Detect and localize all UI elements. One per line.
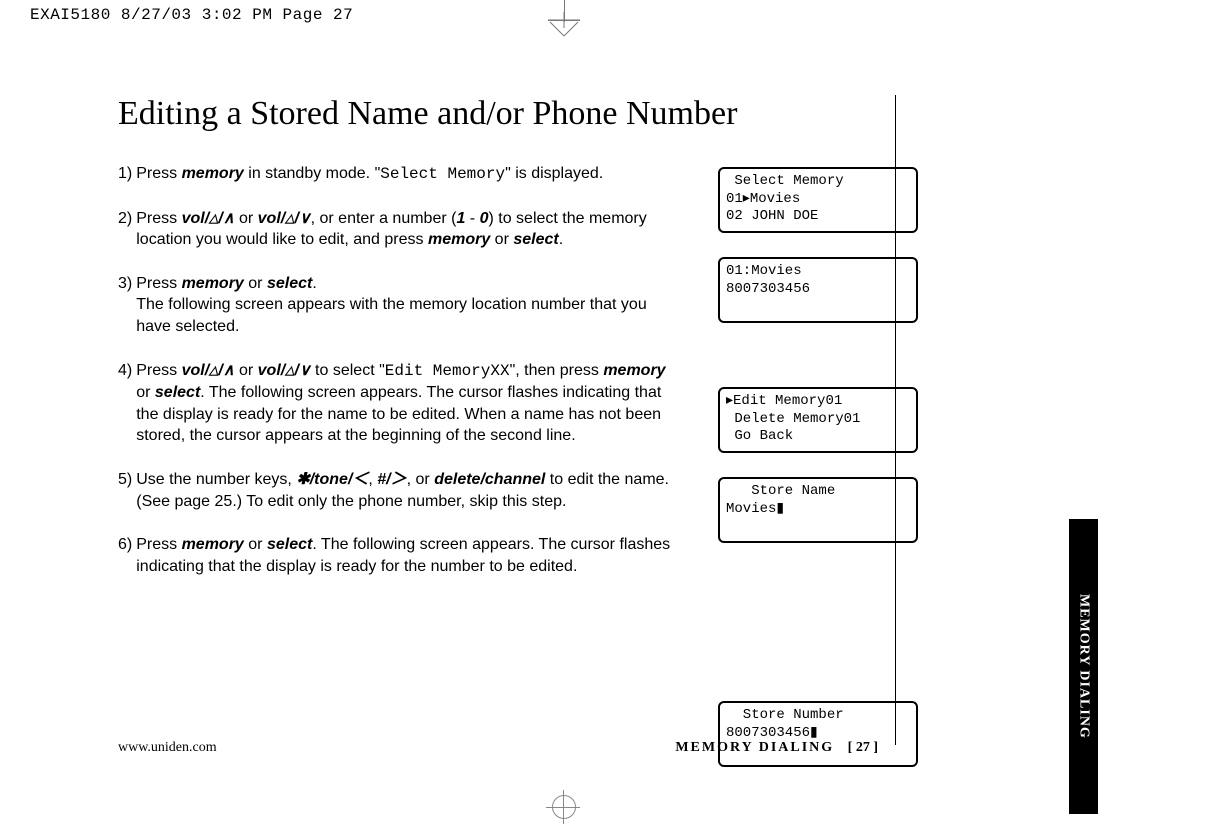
key-select: select (513, 231, 558, 248)
step-number: 6) (118, 534, 132, 577)
key-vol-down: vol/△/∨ (258, 210, 311, 227)
key-vol-up: vol/△/∧ (182, 362, 235, 379)
key-star-tone: ✱/tone/＜ (296, 471, 368, 488)
text: or (136, 384, 155, 401)
section-tab: MEMORY DIALING (1069, 519, 1098, 814)
print-job-header: EXAI5180 8/27/03 3:02 PM Page 27 (30, 6, 353, 24)
key-memory: memory (182, 165, 244, 182)
page-content: Editing a Stored Name and/or Phone Numbe… (118, 95, 1098, 785)
step-number: 3) (118, 273, 132, 338)
text: . (312, 275, 316, 292)
text: or (235, 362, 258, 379)
text: Press (136, 362, 181, 379)
text: . The following screen appears. The curs… (136, 384, 661, 444)
key-memory: memory (603, 362, 665, 379)
text: The following screen appears with the me… (136, 296, 646, 335)
step-4: 4) Press vol/△/∧ or vol/△/∨ to select "E… (118, 360, 678, 447)
text: , or (407, 471, 435, 488)
key-vol-up: vol/△/∧ (182, 210, 235, 227)
key-memory: memory (182, 275, 244, 292)
lcd-text: Select Memory (380, 165, 505, 183)
text: ", then press (510, 362, 604, 379)
text: Press (136, 210, 181, 227)
text: or (235, 210, 258, 227)
footer-url: www.uniden.com (118, 740, 217, 756)
text: Press (136, 536, 181, 553)
lcd-text: Edit MemoryXX (385, 362, 510, 380)
vertical-divider (895, 95, 896, 745)
step-6: 6) Press memory or select. The following… (118, 534, 678, 577)
step-number: 4) (118, 360, 132, 447)
footer-section: MEMORY DIALING (675, 740, 834, 755)
text: - (465, 210, 479, 227)
text: or (244, 275, 267, 292)
key-delete-channel: delete/channel (434, 471, 545, 488)
text: or (244, 536, 267, 553)
key-select: select (267, 275, 312, 292)
key-memory: memory (182, 536, 244, 553)
text: Press (136, 275, 181, 292)
footer-page-number: [ 27 ] (848, 740, 878, 755)
step-number: 2) (118, 208, 132, 251)
instruction-list: 1) Press memory in standby mode. "Select… (118, 163, 678, 767)
page-footer: www.uniden.com MEMORY DIALING [ 27 ] (118, 740, 878, 756)
step-5: 5) Use the number keys, ✱/tone/＜, #/＞, o… (118, 469, 678, 512)
text: , (368, 471, 377, 488)
lcd-entry-detail: 01:Movies 8007303456 (718, 257, 918, 323)
lcd-store-name: Store Name Movies▮ (718, 477, 918, 543)
key-select: select (267, 536, 312, 553)
step-2: 2) Press vol/△/∧ or vol/△/∨, or enter a … (118, 208, 678, 251)
text: to select " (311, 362, 385, 379)
text: " is displayed. (505, 165, 603, 182)
lcd-select-memory: Select Memory 01▸Movies 02 JOHN DOE (718, 167, 918, 233)
page-title: Editing a Stored Name and/or Phone Numbe… (118, 95, 1098, 133)
step-number: 1) (118, 163, 132, 186)
lcd-screens-column: Select Memory 01▸Movies 02 JOHN DOE 01:M… (718, 163, 918, 767)
text: Use the number keys, (136, 471, 296, 488)
text: in standby mode. " (244, 165, 380, 182)
text: . (559, 231, 563, 248)
text: , or enter a number ( (311, 210, 457, 227)
text: or (490, 231, 513, 248)
key-hash: #/＞ (377, 471, 406, 488)
step-3: 3) Press memory or select. The following… (118, 273, 678, 338)
lcd-edit-menu: ▸Edit Memory01 Delete Memory01 Go Back (718, 387, 918, 453)
key-vol-down: vol/△/∨ (258, 362, 311, 379)
step-number: 5) (118, 469, 132, 512)
lcd-store-number: Store Number 8007303456▮ (718, 701, 918, 767)
key-memory: memory (428, 231, 490, 248)
text: Press (136, 165, 181, 182)
step-1: 1) Press memory in standby mode. "Select… (118, 163, 678, 186)
key-select: select (155, 384, 200, 401)
